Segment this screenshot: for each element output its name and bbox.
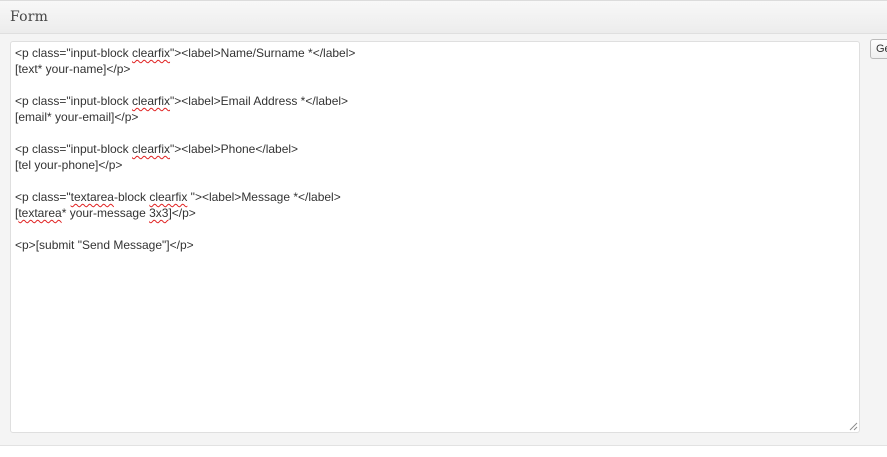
misspelled-word: clearfix [149, 190, 188, 204]
code-text: [email* your-email]</p> [15, 110, 139, 124]
code-text: <p class=" [15, 190, 71, 204]
code-line: <p class="input-block clearfix"><label>P… [15, 141, 855, 157]
code-text: "><label>Phone</label> [170, 142, 299, 156]
code-line: [tel your-phone]</p> [15, 157, 855, 173]
code-line: [textarea* your-message 3x3]</p> [15, 205, 855, 221]
code-text: <p class="input-block [15, 94, 132, 108]
form-panel: Form <p class="input-block clearfix"><la… [0, 0, 887, 446]
code-line: <p class="textarea-block clearfix "><lab… [15, 189, 855, 205]
misspelled-word: 3x3 [149, 206, 169, 220]
misspelled-word: clearfix [132, 142, 171, 156]
panel-title: Form [10, 9, 49, 25]
misspelled-word: clearfix [132, 94, 171, 108]
code-text: [text* your-name]</p> [15, 62, 131, 76]
code-line: <p class="input-block clearfix"><label>E… [15, 93, 855, 109]
code-text: "><label>Email Address *</label> [170, 94, 349, 108]
code-line: [email* your-email]</p> [15, 109, 855, 125]
generate-tag-button[interactable]: Ge [870, 39, 887, 59]
resize-grip-icon[interactable] [849, 422, 858, 431]
code-text: * your-message [61, 206, 150, 220]
panel-header[interactable]: Form [0, 1, 887, 34]
misspelled-word: textarea [18, 206, 62, 220]
form-code-textarea[interactable]: <p class="input-block clearfix"><label>N… [10, 41, 860, 433]
code-text: "><label>Message *</label> [187, 190, 341, 204]
code-line: <p>[submit "Send Message"]</p> [15, 237, 855, 253]
code-text: <p>[submit "Send Message"]</p> [15, 238, 194, 252]
form-code-content: <p class="input-block clearfix"><label>N… [15, 45, 855, 253]
code-text: <p class="input-block [15, 46, 132, 60]
misspelled-word: clearfix [132, 46, 171, 60]
code-line: [text* your-name]</p> [15, 61, 855, 77]
code-text: -block [113, 190, 150, 204]
code-text: ]</p> [168, 206, 196, 220]
code-text: [tel your-phone]</p> [15, 158, 123, 172]
misspelled-word: textarea [70, 190, 114, 204]
code-text: <p class="input-block [15, 142, 132, 156]
code-line: <p class="input-block clearfix"><label>N… [15, 45, 855, 61]
code-text: "><label>Name/Surname *</label> [170, 46, 356, 60]
